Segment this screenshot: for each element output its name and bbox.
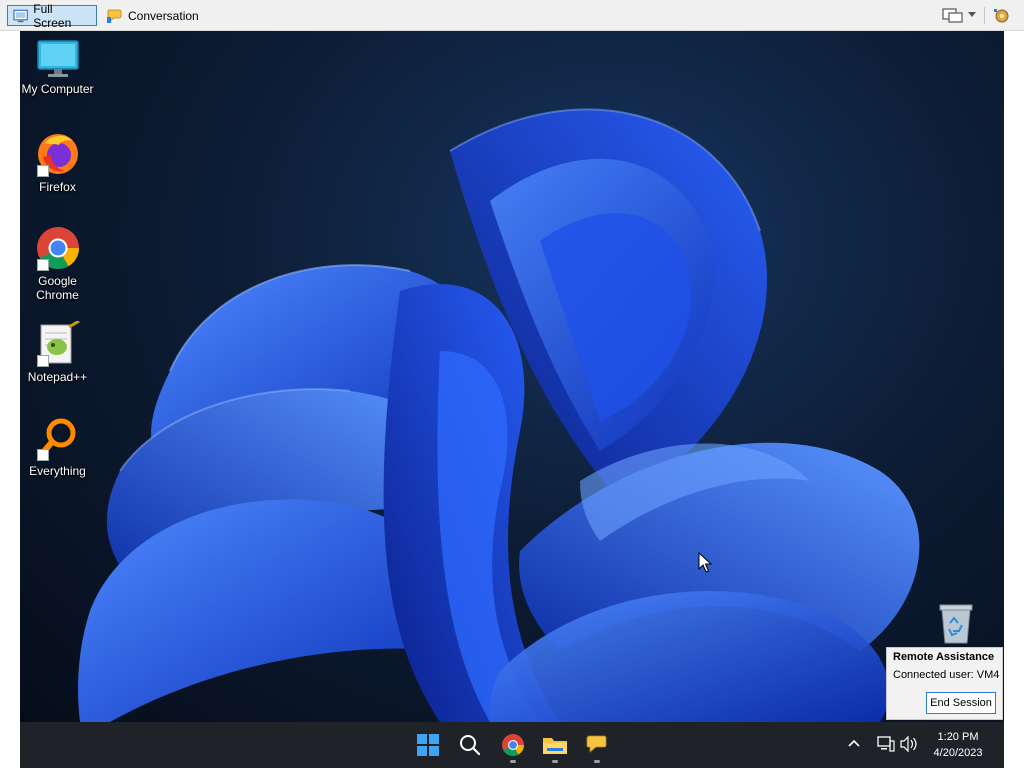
- taskbar-remote-assistance[interactable]: [577, 722, 617, 768]
- file-explorer-icon: [543, 738, 567, 754]
- desktop-icon-label: Notepad++: [27, 370, 88, 384]
- desktop-icon-label: Google Chrome: [36, 274, 79, 302]
- remote-assistance-popup: Remote Assistance Connected user: VM4 En…: [886, 647, 1003, 720]
- conversation-icon: [107, 9, 122, 23]
- shortcut-arrow-icon: [36, 165, 49, 177]
- desktop-icon-firefox[interactable]: Firefox: [20, 131, 95, 194]
- full-screen-icon: [13, 9, 28, 22]
- start-icon: [417, 734, 439, 756]
- recycle-bin-icon[interactable]: [936, 601, 976, 645]
- desktop-icon-label: Everything: [29, 464, 86, 478]
- desktop-icon-google-chrome[interactable]: Google Chrome: [20, 225, 95, 302]
- clock-date: 4/20/2023: [933, 747, 983, 759]
- wallpaper-bloom: [78, 108, 920, 722]
- start-button[interactable]: [408, 722, 448, 768]
- mouse-cursor-icon: [698, 552, 712, 573]
- full-screen-button[interactable]: Full Screen: [7, 2, 97, 30]
- taskbar-chrome[interactable]: [493, 722, 533, 768]
- taskbar-file-explorer[interactable]: [535, 722, 575, 768]
- desktop-icon-notepadpp[interactable]: Notepad++: [20, 321, 95, 384]
- running-indicator: [594, 760, 600, 763]
- display-settings-icon[interactable]: [941, 7, 965, 25]
- remote-desktop[interactable]: My Computer Firefox Google Chrome Notepa…: [20, 31, 1004, 722]
- remote-assistance-toolbar: Full Screen Conversation: [0, 0, 1024, 31]
- running-indicator: [552, 760, 558, 763]
- system-clock[interactable]: 1:20 PM 4/20/2023: [926, 729, 990, 761]
- settings-icon[interactable]: [991, 6, 1013, 26]
- desktop-icon-label: Firefox: [39, 180, 76, 194]
- volume-icon[interactable]: [900, 736, 918, 752]
- connected-user-text: Connected user: VM4: [893, 669, 1000, 681]
- search-icon: [460, 735, 481, 756]
- chevron-up-icon[interactable]: [848, 738, 860, 748]
- monitor-icon: [36, 40, 79, 77]
- chevron-down-icon[interactable]: [968, 12, 976, 17]
- remote-assistance-icon: [586, 735, 607, 753]
- popup-title: Remote Assistance: [893, 651, 995, 663]
- desktop-icon-everything[interactable]: Everything: [20, 415, 95, 478]
- full-screen-label: Full Screen: [33, 1, 72, 30]
- chrome-icon: [502, 734, 524, 756]
- conversation-button[interactable]: Conversation: [102, 5, 204, 26]
- shortcut-arrow-icon: [36, 355, 49, 367]
- shortcut-arrow-icon: [36, 449, 49, 461]
- desktop-icon-my-computer[interactable]: My Computer: [20, 39, 95, 96]
- shortcut-arrow-icon: [36, 259, 49, 271]
- end-session-button[interactable]: End Session: [926, 692, 996, 714]
- running-indicator: [510, 760, 516, 763]
- taskbar: 1:20 PM 4/20/2023: [20, 722, 1004, 768]
- network-icon[interactable]: [877, 736, 895, 752]
- conversation-label: Conversation: [128, 8, 199, 23]
- search-button[interactable]: [450, 722, 490, 768]
- clock-time: 1:20 PM: [937, 731, 979, 743]
- desktop-icon-label: My Computer: [21, 82, 94, 96]
- toolbar-divider: [984, 7, 985, 24]
